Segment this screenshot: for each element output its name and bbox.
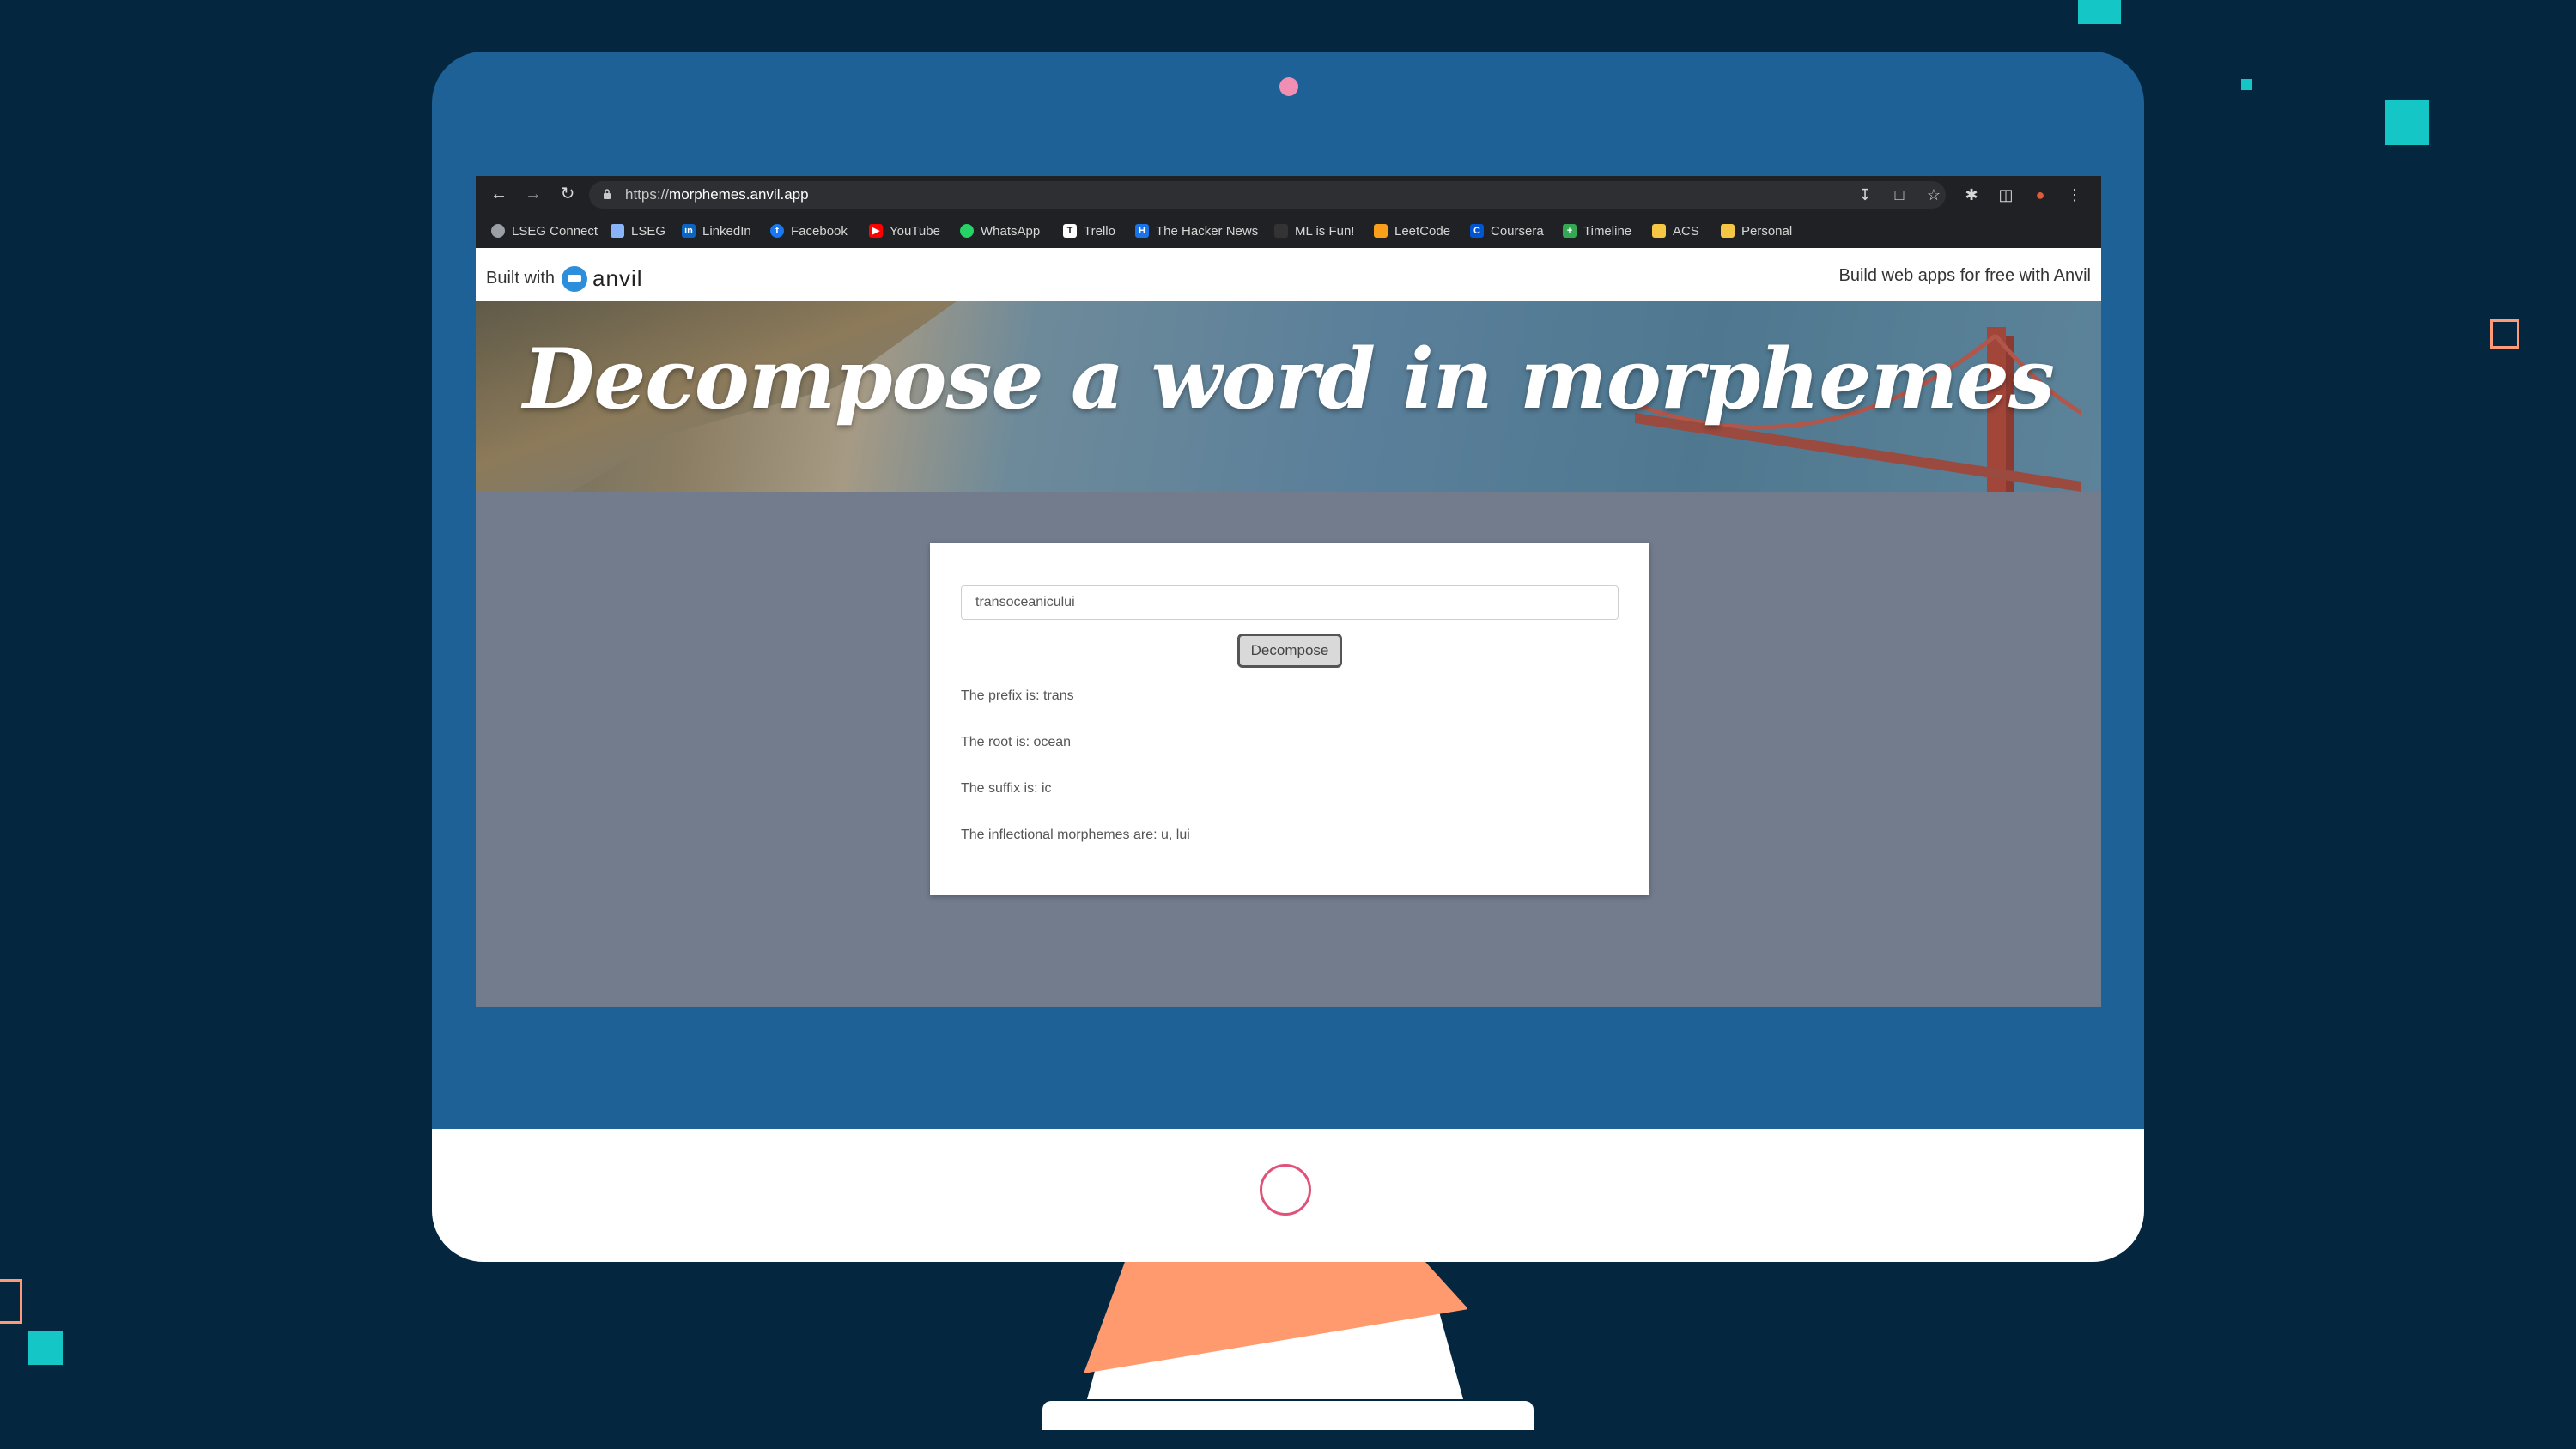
decompose-button[interactable]: Decompose bbox=[1237, 634, 1342, 668]
monitor-base bbox=[1042, 1401, 1534, 1430]
url-host: morphemes.anvil.app bbox=[669, 186, 809, 203]
extensions-icon[interactable]: ✱ bbox=[1961, 185, 1982, 205]
monitor: ← → ↻ https://morphemes.anvil.app ↧ □ ☆ … bbox=[432, 52, 2144, 1262]
install-icon[interactable]: ↧ bbox=[1855, 185, 1875, 205]
screen: ← → ↻ https://morphemes.anvil.app ↧ □ ☆ … bbox=[476, 176, 2101, 1007]
decor-square bbox=[2385, 100, 2429, 145]
root-result: The root is: ocean bbox=[961, 735, 1072, 749]
bookmark-lseg[interactable]: LSEG bbox=[611, 222, 665, 239]
decor-square bbox=[2241, 79, 2252, 90]
bookmark-trello[interactable]: T Trello bbox=[1063, 222, 1115, 239]
coursera-icon: C bbox=[1470, 224, 1484, 238]
side-panel-icon[interactable]: ◫ bbox=[1996, 185, 2016, 205]
linkedin-icon: in bbox=[682, 224, 696, 238]
bookmark-facebook[interactable]: f Facebook bbox=[770, 222, 848, 239]
bookmark-linkedin[interactable]: in LinkedIn bbox=[682, 222, 751, 239]
bookmark-coursera[interactable]: C Coursera bbox=[1470, 222, 1544, 239]
decompose-card: Decompose The prefix is: trans The root … bbox=[930, 543, 1649, 895]
decor-square bbox=[28, 1331, 63, 1365]
monitor-stand bbox=[1084, 1262, 1467, 1399]
leetcode-icon bbox=[1374, 224, 1388, 238]
share-icon[interactable]: □ bbox=[1889, 185, 1910, 205]
suffix-result: The suffix is: ic bbox=[961, 781, 1052, 796]
anvil-logo-icon bbox=[562, 265, 588, 292]
profile-avatar-icon[interactable]: ● bbox=[2030, 185, 2050, 205]
facebook-icon: f bbox=[770, 224, 784, 238]
built-with-label: Built with bbox=[486, 269, 556, 288]
bookmark-lseg-connect[interactable]: LSEG Connect bbox=[491, 222, 598, 239]
bookmark-timeline[interactable]: + Timeline bbox=[1563, 222, 1631, 239]
decor-square bbox=[2078, 0, 2121, 24]
forward-icon[interactable]: → bbox=[522, 183, 544, 205]
decor-square-outline bbox=[0, 1279, 22, 1324]
lock-icon bbox=[604, 189, 611, 199]
bookmark-personal[interactable]: Personal bbox=[1721, 222, 1792, 239]
trello-icon: T bbox=[1063, 224, 1077, 238]
youtube-icon: ▶ bbox=[869, 224, 883, 238]
folder-icon bbox=[1721, 224, 1735, 238]
inflectional-result: The inflectional morphemes are: u, lui bbox=[961, 828, 1190, 842]
camera-dot bbox=[1279, 77, 1298, 96]
bookmark-ml-is-fun[interactable]: ML is Fun! bbox=[1274, 222, 1354, 239]
word-input[interactable] bbox=[961, 585, 1619, 620]
bookmark-leetcode[interactable]: LeetCode bbox=[1374, 222, 1450, 239]
star-icon[interactable]: ☆ bbox=[1923, 185, 1944, 205]
url-scheme: https:// bbox=[625, 186, 670, 203]
page-title: Decompose a word in morphemes bbox=[522, 330, 2055, 427]
ml-icon bbox=[1274, 224, 1288, 238]
bookmarks-bar: LSEG Connect LSEG in LinkedIn f Facebook ▶… bbox=[476, 214, 2101, 248]
whatsapp-icon bbox=[960, 224, 974, 238]
anvil-promo-link[interactable]: Build web apps for free with Anvil bbox=[1839, 266, 2092, 286]
folder-icon bbox=[1652, 224, 1666, 238]
lseg-icon bbox=[611, 224, 624, 238]
bookmark-acs[interactable]: ACS bbox=[1652, 222, 1699, 239]
anvil-header: Built with anvil Build web apps for free… bbox=[476, 248, 2101, 301]
bookmark-whatsapp[interactable]: WhatsApp bbox=[960, 222, 1040, 239]
menu-icon[interactable]: ⋮ bbox=[2064, 185, 2085, 205]
hero-banner: Decompose a word in morphemes bbox=[476, 301, 2101, 492]
back-icon[interactable]: ← bbox=[488, 183, 510, 205]
hackernews-icon: H bbox=[1135, 224, 1149, 238]
prefix-result: The prefix is: trans bbox=[961, 688, 1074, 703]
bookmark-youtube[interactable]: ▶ YouTube bbox=[869, 222, 940, 239]
reload-icon[interactable]: ↻ bbox=[556, 183, 579, 205]
globe-icon bbox=[491, 224, 505, 238]
browser-toolbar: ← → ↻ https://morphemes.anvil.app ↧ □ ☆ … bbox=[476, 176, 2101, 214]
timeline-icon: + bbox=[1563, 224, 1577, 238]
bookmark-hacker-news[interactable]: H The Hacker News bbox=[1135, 222, 1258, 239]
power-button-icon bbox=[1260, 1164, 1311, 1216]
built-with-anvil-link[interactable]: Built with anvil bbox=[486, 265, 643, 292]
anvil-wordmark: anvil bbox=[592, 265, 643, 291]
decor-square-outline bbox=[2490, 319, 2519, 349]
address-bar[interactable]: https://morphemes.anvil.app bbox=[589, 181, 1946, 209]
